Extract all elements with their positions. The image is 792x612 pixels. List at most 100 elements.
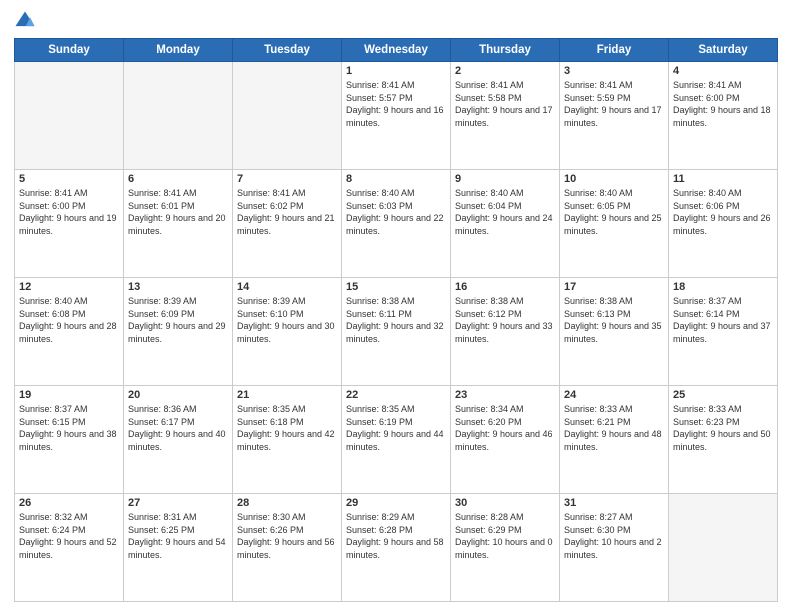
day-info: Sunrise: 8:37 AM Sunset: 6:15 PM Dayligh… [19,403,119,453]
calendar-cell: 2 Sunrise: 8:41 AM Sunset: 5:58 PM Daylig… [451,62,560,170]
calendar-cell: 26 Sunrise: 8:32 AM Sunset: 6:24 PM Dayli… [15,494,124,602]
day-number: 15 [346,281,446,293]
day-info: Sunrise: 8:31 AM Sunset: 6:25 PM Dayligh… [128,511,228,561]
calendar-week-5: 26 Sunrise: 8:32 AM Sunset: 6:24 PM Dayli… [15,494,778,602]
calendar-cell: 30 Sunrise: 8:28 AM Sunset: 6:29 PM Dayli… [451,494,560,602]
calendar-cell: 25Sunrise: 8:33 AM Sunset: 6:23 PM Dayli… [669,386,778,494]
day-info: Sunrise: 8:33 AM Sunset: 6:21 PM Dayligh… [564,403,664,453]
day-info: Sunrise: 8:41 AM Sunset: 6:00 PM Dayligh… [19,187,119,237]
day-number: 2 [455,65,555,77]
weekday-header-saturday: Saturday [669,39,778,62]
day-info: Sunrise: 8:40 AM Sunset: 6:05 PM Dayligh… [564,187,664,237]
calendar-cell: 8 Sunrise: 8:40 AM Sunset: 6:03 PM Daylig… [342,170,451,278]
calendar-cell [233,62,342,170]
calendar-cell: 31 Sunrise: 8:27 AM Sunset: 6:30 PM Dayli… [560,494,669,602]
day-number: 13 [128,281,228,293]
day-number: 28 [237,497,337,509]
day-number: 12 [19,281,119,293]
weekday-header-tuesday: Tuesday [233,39,342,62]
calendar-cell: 11 Sunrise: 8:40 AM Sunset: 6:06 PM Dayli… [669,170,778,278]
calendar-cell [669,494,778,602]
day-info: Sunrise: 8:41 AM Sunset: 6:00 PM Dayligh… [673,79,773,129]
day-info: Sunrise: 8:41 AM Sunset: 5:58 PM Dayligh… [455,79,555,129]
calendar-week-4: 19 Sunrise: 8:37 AM Sunset: 6:15 PM Dayli… [15,386,778,494]
day-info: Sunrise: 8:41 AM Sunset: 6:02 PM Dayligh… [237,187,337,237]
day-number: 19 [19,389,119,401]
day-number: 18 [673,281,773,293]
day-info: Sunrise: 8:35 AM Sunset: 6:19 PM Dayligh… [346,403,446,453]
day-number: 29 [346,497,446,509]
logo-icon [14,10,36,32]
weekday-header-thursday: Thursday [451,39,560,62]
calendar-cell: 13 Sunrise: 8:39 AM Sunset: 6:09 PM Dayli… [124,278,233,386]
day-number: 8 [346,173,446,185]
calendar-cell: 12 Sunrise: 8:40 AM Sunset: 6:08 PM Dayli… [15,278,124,386]
day-info: Sunrise: 8:40 AM Sunset: 6:06 PM Dayligh… [673,187,773,237]
calendar-cell [124,62,233,170]
day-number: 24 [564,389,664,401]
day-info: Sunrise: 8:41 AM Sunset: 5:59 PM Dayligh… [564,79,664,129]
day-number: 26 [19,497,119,509]
day-number: 31 [564,497,664,509]
day-number: 30 [455,497,555,509]
calendar-cell: 3 Sunrise: 8:41 AM Sunset: 5:59 PM Daylig… [560,62,669,170]
day-number: 14 [237,281,337,293]
day-number: 25 [673,389,773,401]
calendar-cell: 23 Sunrise: 8:34 AM Sunset: 6:20 PM Dayli… [451,386,560,494]
day-info: Sunrise: 8:40 AM Sunset: 6:03 PM Dayligh… [346,187,446,237]
calendar-cell: 6 Sunrise: 8:41 AM Sunset: 6:01 PM Daylig… [124,170,233,278]
day-number: 22 [346,389,446,401]
calendar-cell: 1 Sunrise: 8:41 AM Sunset: 5:57 PM Daylig… [342,62,451,170]
weekday-header-wednesday: Wednesday [342,39,451,62]
calendar-cell: 22 Sunrise: 8:35 AM Sunset: 6:19 PM Dayli… [342,386,451,494]
day-number: 23 [455,389,555,401]
day-info: Sunrise: 8:39 AM Sunset: 6:10 PM Dayligh… [237,295,337,345]
calendar-cell: 21 Sunrise: 8:35 AM Sunset: 6:18 PM Dayli… [233,386,342,494]
day-info: Sunrise: 8:37 AM Sunset: 6:14 PM Dayligh… [673,295,773,345]
weekday-header-sunday: Sunday [15,39,124,62]
day-number: 21 [237,389,337,401]
day-info: Sunrise: 8:28 AM Sunset: 6:29 PM Dayligh… [455,511,555,561]
day-info: Sunrise: 8:36 AM Sunset: 6:17 PM Dayligh… [128,403,228,453]
calendar-cell: 4Sunrise: 8:41 AM Sunset: 6:00 PM Daylig… [669,62,778,170]
day-number: 11 [673,173,773,185]
weekday-header-friday: Friday [560,39,669,62]
calendar-cell: 18 Sunrise: 8:37 AM Sunset: 6:14 PM Dayli… [669,278,778,386]
day-info: Sunrise: 8:41 AM Sunset: 5:57 PM Dayligh… [346,79,446,129]
calendar-cell: 16 Sunrise: 8:38 AM Sunset: 6:12 PM Dayli… [451,278,560,386]
day-info: Sunrise: 8:34 AM Sunset: 6:20 PM Dayligh… [455,403,555,453]
day-info: Sunrise: 8:27 AM Sunset: 6:30 PM Dayligh… [564,511,664,561]
calendar-cell: 10 Sunrise: 8:40 AM Sunset: 6:05 PM Dayli… [560,170,669,278]
day-info: Sunrise: 8:32 AM Sunset: 6:24 PM Dayligh… [19,511,119,561]
day-number: 16 [455,281,555,293]
calendar-cell [15,62,124,170]
calendar-cell: 14 Sunrise: 8:39 AM Sunset: 6:10 PM Dayli… [233,278,342,386]
day-info: Sunrise: 8:40 AM Sunset: 6:08 PM Dayligh… [19,295,119,345]
calendar-cell: 20 Sunrise: 8:36 AM Sunset: 6:17 PM Dayli… [124,386,233,494]
logo [14,10,40,32]
day-number: 10 [564,173,664,185]
day-info: Sunrise: 8:29 AM Sunset: 6:28 PM Dayligh… [346,511,446,561]
header [14,10,778,32]
day-number: 3 [564,65,664,77]
day-number: 20 [128,389,228,401]
calendar-cell: 15 Sunrise: 8:38 AM Sunset: 6:11 PM Dayli… [342,278,451,386]
day-info: Sunrise: 8:35 AM Sunset: 6:18 PM Dayligh… [237,403,337,453]
calendar-cell: 5Sunrise: 8:41 AM Sunset: 6:00 PM Daylig… [15,170,124,278]
page: SundayMondayTuesdayWednesdayThursdayFrid… [0,0,792,612]
calendar-week-1: 1 Sunrise: 8:41 AM Sunset: 5:57 PM Daylig… [15,62,778,170]
day-info: Sunrise: 8:40 AM Sunset: 6:04 PM Dayligh… [455,187,555,237]
day-number: 1 [346,65,446,77]
day-number: 17 [564,281,664,293]
weekday-header-row: SundayMondayTuesdayWednesdayThursdayFrid… [15,39,778,62]
calendar-cell: 24 Sunrise: 8:33 AM Sunset: 6:21 PM Dayli… [560,386,669,494]
calendar-week-2: 5Sunrise: 8:41 AM Sunset: 6:00 PM Daylig… [15,170,778,278]
day-info: Sunrise: 8:39 AM Sunset: 6:09 PM Dayligh… [128,295,228,345]
calendar-cell: 7Sunrise: 8:41 AM Sunset: 6:02 PM Daylig… [233,170,342,278]
day-info: Sunrise: 8:38 AM Sunset: 6:12 PM Dayligh… [455,295,555,345]
day-info: Sunrise: 8:38 AM Sunset: 6:11 PM Dayligh… [346,295,446,345]
day-number: 6 [128,173,228,185]
day-number: 9 [455,173,555,185]
calendar-cell: 29 Sunrise: 8:29 AM Sunset: 6:28 PM Dayli… [342,494,451,602]
day-info: Sunrise: 8:41 AM Sunset: 6:01 PM Dayligh… [128,187,228,237]
